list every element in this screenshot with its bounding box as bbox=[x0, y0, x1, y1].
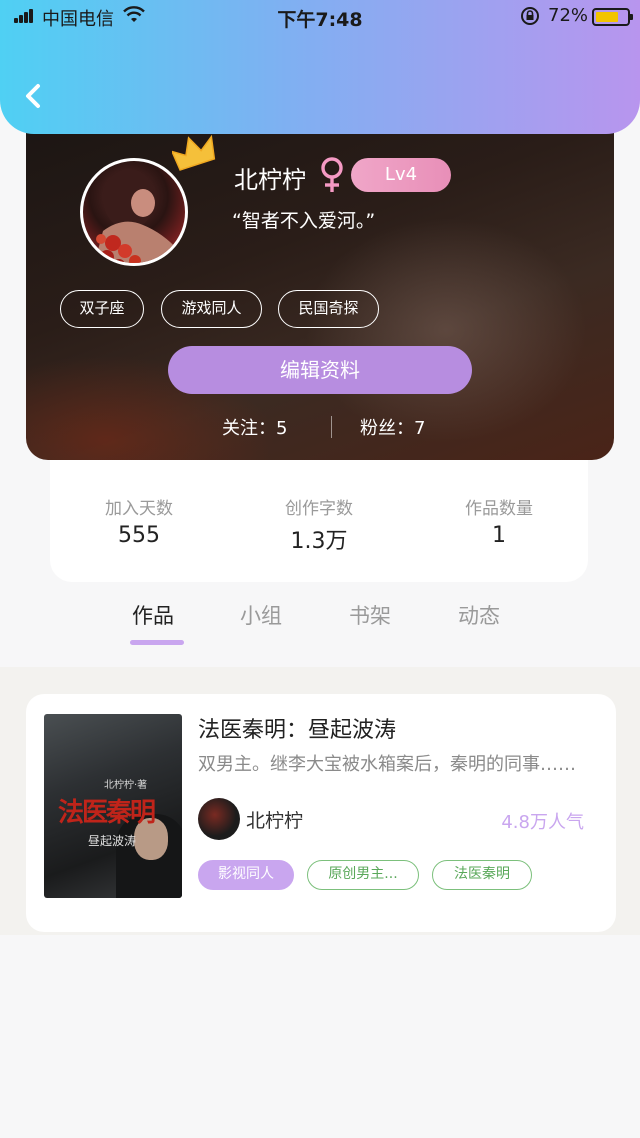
rotation-lock-icon bbox=[521, 7, 539, 25]
work-title: 法医秦明：昼起波涛 bbox=[198, 718, 397, 743]
battery-percent: 72% bbox=[548, 5, 589, 26]
work-tag-original[interactable]: 原创男主... bbox=[307, 860, 419, 890]
tab-activity[interactable]: 动态 bbox=[458, 600, 500, 630]
work-tag-category[interactable]: 影视同人 bbox=[198, 860, 294, 890]
work-description: 双男主。继李大宝被水箱案后，秦明的同事…… bbox=[198, 754, 576, 775]
following-count[interactable]: 关注：5 bbox=[222, 414, 287, 440]
tag-interest[interactable]: 游戏同人 bbox=[161, 290, 262, 328]
signature: “智者不入爱河。” bbox=[232, 210, 376, 232]
book-cover: 北柠柠·著 法医秦明 昼起波涛 bbox=[44, 714, 182, 898]
stat-works-count: 作品数量 1 bbox=[419, 494, 579, 548]
status-bar: 中国电信 下午7:48 72% bbox=[0, 0, 640, 34]
stat-label: 创作字数 bbox=[285, 499, 353, 519]
stat-label: 加入天数 bbox=[105, 499, 173, 519]
stats-card: 加入天数 555 创作字数 1.3万 作品数量 1 bbox=[50, 446, 588, 582]
tab-bookshelf[interactable]: 书架 bbox=[349, 600, 391, 630]
username: 北柠柠 bbox=[234, 166, 306, 194]
cover-subtitle: 昼起波涛 bbox=[88, 834, 137, 848]
stat-divider bbox=[331, 416, 332, 438]
author-name[interactable]: 北柠柠 bbox=[246, 806, 303, 833]
popularity-count: 4.8万人气 bbox=[501, 812, 584, 833]
tag-zodiac[interactable]: 双子座 bbox=[60, 290, 144, 328]
profile-card: 北柠柠 Lv4 “智者不入爱河。” 双子座 游戏同人 民国奇探 编辑资料 关注：… bbox=[26, 110, 614, 460]
edit-profile-button[interactable]: 编辑资料 bbox=[168, 346, 472, 394]
female-icon bbox=[321, 157, 343, 192]
battery-icon bbox=[592, 8, 633, 26]
work-card[interactable]: 北柠柠·著 法医秦明 昼起波涛 法医秦明：昼起波涛 双男主。继李大宝被水箱案后，… bbox=[26, 694, 616, 932]
tag-genre[interactable]: 民国奇探 bbox=[278, 290, 379, 328]
tab-groups[interactable]: 小组 bbox=[240, 600, 282, 630]
tab-active-indicator bbox=[130, 640, 184, 645]
cover-author: 北柠柠·著 bbox=[104, 780, 148, 791]
battery-fill bbox=[596, 12, 618, 22]
top-header: 中国电信 下午7:48 72% bbox=[0, 0, 640, 134]
stat-value: 555 bbox=[118, 523, 160, 548]
stat-value: 1 bbox=[492, 523, 506, 548]
stat-join-days: 加入天数 555 bbox=[59, 494, 219, 548]
level-badge: Lv4 bbox=[351, 158, 451, 192]
cover-title: 法医秦明 bbox=[58, 798, 156, 828]
clock: 下午7:48 bbox=[277, 9, 363, 31]
avatar-image bbox=[94, 169, 179, 263]
back-arrow-icon[interactable] bbox=[20, 80, 48, 112]
author-avatar[interactable] bbox=[198, 798, 240, 840]
stat-word-count: 创作字数 1.3万 bbox=[239, 494, 399, 555]
stat-value: 1.3万 bbox=[290, 529, 348, 554]
stat-label: 作品数量 bbox=[465, 499, 533, 519]
work-tag-fandom[interactable]: 法医秦明 bbox=[432, 860, 532, 890]
tab-works[interactable]: 作品 bbox=[132, 600, 174, 630]
tab-bar: 作品 小组 书架 动态 bbox=[0, 590, 640, 650]
followers-count[interactable]: 粉丝：7 bbox=[360, 414, 425, 440]
crown-icon bbox=[172, 134, 216, 171]
